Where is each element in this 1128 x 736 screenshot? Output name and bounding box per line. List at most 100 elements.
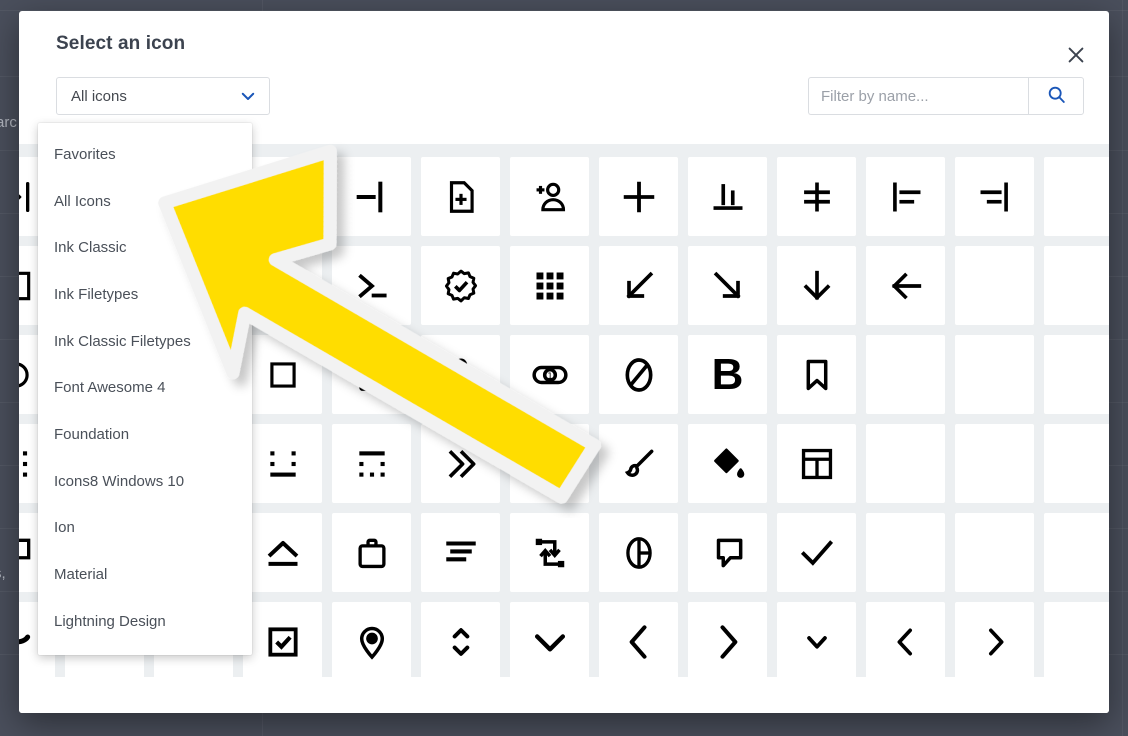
icon-cell[interactable] [777, 335, 856, 414]
icon-cell[interactable] [599, 424, 678, 503]
dropdown-item-ink-classic[interactable]: Ink Classic [38, 224, 252, 271]
icon-cell[interactable] [510, 513, 589, 592]
icon-cell[interactable] [1044, 602, 1109, 677]
icon-cell[interactable] [510, 246, 589, 325]
dropdown-item-label: Font Awesome 4 [54, 379, 166, 397]
icon-cell[interactable] [866, 513, 945, 592]
icon-cell[interactable] [510, 602, 589, 677]
dropdown-item-ion[interactable]: Ion [38, 505, 252, 552]
icon-set-select[interactable]: All icons [56, 77, 270, 115]
icon-cell[interactable] [243, 513, 322, 592]
icon-cell[interactable] [599, 157, 678, 236]
icon-cell[interactable] [332, 602, 411, 677]
dropdown-item-ink-classic-filetypes[interactable]: Ink Classic Filetypes [38, 318, 252, 365]
icon-cell[interactable] [688, 157, 767, 236]
icon-cell[interactable] [1044, 157, 1109, 236]
dropdown-item-all-icons[interactable]: All Icons [38, 178, 252, 225]
icon-cell[interactable] [955, 513, 1034, 592]
search-icon [1046, 84, 1067, 108]
icon-cell[interactable] [866, 246, 945, 325]
modal-footer [19, 677, 1109, 713]
icon-cell[interactable] [955, 157, 1034, 236]
icon-set-dropdown-menu: Favorites All Icons Ink Classic Ink File… [38, 123, 252, 655]
icon-cell[interactable] [421, 602, 500, 677]
icon-cell[interactable] [777, 602, 856, 677]
dropdown-item-favorites[interactable]: Favorites [38, 131, 252, 178]
icon-cell[interactable] [1044, 335, 1109, 414]
icon-cell[interactable] [332, 513, 411, 592]
dropdown-item-lightning-design[interactable]: Lightning Design [38, 598, 252, 645]
icon-cell[interactable] [421, 157, 500, 236]
dropdown-item-font-awesome-4[interactable]: Font Awesome 4 [38, 364, 252, 411]
icon-cell[interactable] [777, 424, 856, 503]
dropdown-item-material[interactable]: Material [38, 551, 252, 598]
dropdown-item-label: Ink Classic Filetypes [54, 332, 191, 350]
icon-cell[interactable]: 1 [510, 335, 589, 414]
icon-cell[interactable] [955, 424, 1034, 503]
icon-cell[interactable] [421, 424, 500, 503]
icon-cell[interactable] [421, 335, 500, 414]
backdrop-text-right: s, [0, 565, 6, 582]
icon-cell[interactable] [599, 335, 678, 414]
icon-cell[interactable] [243, 246, 322, 325]
icon-cell[interactable] [688, 513, 767, 592]
icon-cell[interactable] [243, 157, 322, 236]
icon-cell[interactable] [777, 157, 856, 236]
dropdown-item-label: Material [54, 566, 108, 584]
icon-cell[interactable] [955, 246, 1034, 325]
icon-cell[interactable] [243, 602, 322, 677]
icon-cell[interactable] [599, 246, 678, 325]
close-button[interactable] [1061, 40, 1091, 70]
dropdown-item-label: Lightning Design [54, 612, 166, 630]
icon-cell[interactable] [688, 246, 767, 325]
icon-cell[interactable] [332, 335, 411, 414]
icon-cell[interactable] [866, 602, 945, 677]
page-title: Select an icon [56, 33, 186, 54]
dropdown-item-label: Foundation [54, 425, 130, 443]
dropdown-item-icons8-windows-10[interactable]: Icons8 Windows 10 [38, 458, 252, 505]
icon-cell[interactable] [243, 424, 322, 503]
search-input[interactable] [808, 77, 1028, 115]
close-icon [1065, 44, 1087, 66]
dropdown-item-label: All Icons [54, 192, 111, 210]
icon-set-select-value: All icons [71, 87, 127, 105]
icon-cell[interactable] [599, 513, 678, 592]
dropdown-item-ink-filetypes[interactable]: Ink Filetypes [38, 271, 252, 318]
icon-cell[interactable] [1044, 513, 1109, 592]
dropdown-item-label: Icons8 Windows 10 [54, 472, 185, 490]
bold-glyph: B [711, 349, 744, 399]
icon-cell[interactable] [599, 602, 678, 677]
dropdown-item-foundation[interactable]: Foundation [38, 411, 252, 458]
svg-text:1: 1 [547, 370, 552, 380]
icon-cell[interactable] [777, 513, 856, 592]
icon-cell[interactable] [866, 424, 945, 503]
backdrop-divider [1122, 0, 1123, 736]
icon-cell[interactable] [955, 335, 1034, 414]
icon-cell[interactable] [332, 157, 411, 236]
icon-cell[interactable] [955, 602, 1034, 677]
icon-cell[interactable] [866, 157, 945, 236]
icon-cell[interactable] [688, 424, 767, 503]
search-group [808, 77, 1084, 115]
dropdown-item-label: Ion [54, 519, 75, 537]
dropdown-item-label: Ink Classic [54, 239, 127, 257]
icon-cell[interactable] [332, 246, 411, 325]
icon-cell[interactable] [510, 157, 589, 236]
icon-cell[interactable] [777, 246, 856, 325]
icon-cell[interactable] [866, 335, 945, 414]
icon-cell[interactable] [332, 424, 411, 503]
icon-cell[interactable] [243, 335, 322, 414]
icon-cell[interactable] [1044, 424, 1109, 503]
chevron-down-icon [239, 87, 257, 105]
icon-cell[interactable] [1044, 246, 1109, 325]
backdrop-text-left: arc [0, 114, 17, 131]
dropdown-item-label: Favorites [54, 145, 116, 163]
icon-cell[interactable] [510, 424, 589, 503]
dropdown-item-label: Ink Filetypes [54, 285, 139, 303]
search-button[interactable] [1028, 77, 1084, 115]
icon-cell[interactable] [421, 513, 500, 592]
modal-header: Select an icon [19, 11, 1109, 77]
icon-cell[interactable] [688, 602, 767, 677]
icon-cell[interactable] [421, 246, 500, 325]
icon-cell[interactable]: B [688, 335, 767, 414]
